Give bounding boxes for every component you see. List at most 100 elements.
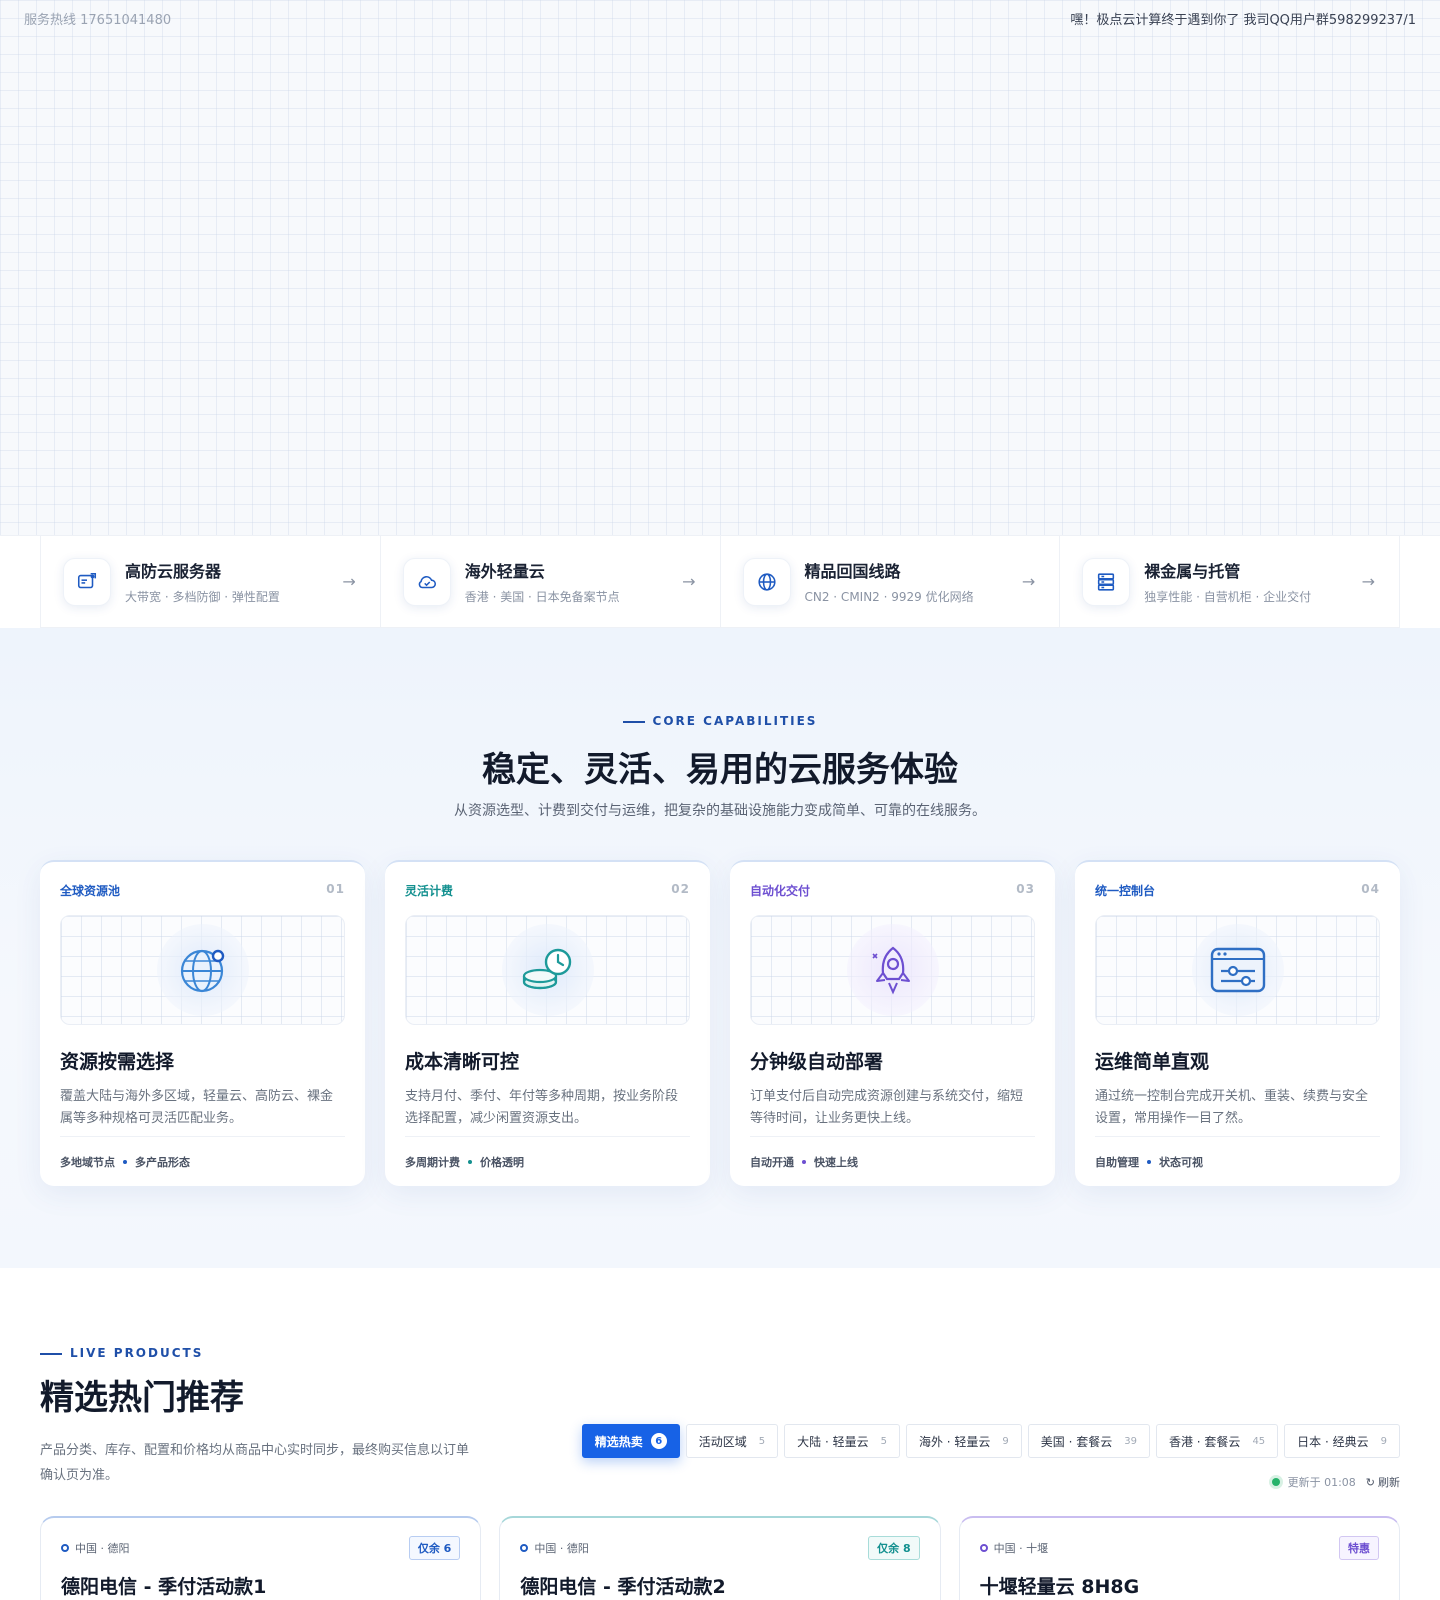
feature-label: 多周期计费 bbox=[405, 1155, 460, 1169]
quick-link-subtitle: 大带宽 · 多档防御 · 弹性配置 bbox=[125, 590, 280, 604]
quick-link-cn-route[interactable]: 精品回国线路 CN2 · CMIN2 · 9929 优化网络 → bbox=[719, 536, 1060, 627]
filter-count: 6 bbox=[650, 1433, 667, 1449]
filter-label: 精选热卖 bbox=[594, 1434, 643, 1449]
capability-features: 多地域节点 多产品形态 bbox=[60, 1136, 345, 1186]
product-filter-tabs: 精选热卖 6 活动区域 5 大陆 · 轻量云 5 海外 · 轻量云 9 美国 · 套餐云… bbox=[581, 1424, 1400, 1458]
live-products-section: LIVE PRODUCTS 精选热门推荐 产品分类、库存、配置和价格均从商品中心… bbox=[0, 1268, 1440, 1600]
quick-link-subtitle: 香港 · 美国 · 日本免备案节点 bbox=[464, 590, 620, 604]
core-capabilities-section: CORE CAPABILITIES 稳定、灵活、易用的云服务体验 从资源选型、计… bbox=[0, 628, 1440, 1268]
product-card[interactable]: 中国 · 德阳 仅余 8 德阳电信 - 季付活动款2 bbox=[499, 1516, 941, 1600]
eyebrow-text: CORE CAPABILITIES bbox=[652, 714, 818, 728]
location-pin-icon bbox=[520, 1544, 529, 1552]
quick-link-bare-metal[interactable]: 裸金属与托管 独享性能 · 自营机柜 · 企业交付 → bbox=[1059, 536, 1400, 627]
capability-title: 资源按需选择 bbox=[60, 1051, 175, 1073]
product-location: 中国 · 德阳 bbox=[75, 1542, 130, 1555]
capability-card: 统一控制台 04 运维简单直观 通过统一控制台完成开关机、重装、续费与安全设置，… bbox=[1075, 860, 1400, 1186]
capability-grid: 全球资源池 01 资源按需选择 覆盖大陆与海外多区域，轻量云、高防云、裸金属等多… bbox=[40, 860, 1400, 1186]
refresh-icon: ↻ bbox=[1365, 1475, 1375, 1489]
rocket-icon bbox=[871, 946, 910, 995]
capability-illustration bbox=[405, 915, 690, 1025]
quick-link-overseas-light[interactable]: 海外轻量云 香港 · 美国 · 日本免备案节点 → bbox=[379, 536, 720, 627]
capability-card: 自动化交付 03 分钟级自动部署 订单支付后自动完成资源创建与系统交付，缩短等待… bbox=[730, 860, 1055, 1186]
refresh-button[interactable]: ↻ 刷新 bbox=[1366, 1474, 1400, 1490]
feature-label: 多产品形态 bbox=[135, 1155, 190, 1169]
arrow-right-icon: → bbox=[342, 572, 356, 591]
filter-count: 9 bbox=[1002, 1435, 1009, 1447]
product-name: 德阳电信 - 季付活动款2 bbox=[520, 1576, 726, 1598]
quick-link-ddos-server[interactable]: 高防云服务器 大带宽 · 多档防御 · 弹性配置 → bbox=[40, 536, 380, 627]
section-eyebrow: LIVE PRODUCTS bbox=[40, 1346, 203, 1360]
quick-link-subtitle: CN2 · CMIN2 · 9929 优化网络 bbox=[804, 590, 974, 604]
globe-icon bbox=[742, 557, 791, 606]
filter-label: 海外 · 轻量云 bbox=[918, 1434, 991, 1449]
capability-description: 通过统一控制台完成开关机、重装、续费与安全设置，常用操作一目了然。 bbox=[1095, 1089, 1369, 1126]
quick-link-title: 高防云服务器 bbox=[125, 562, 222, 581]
filter-tab-jp-classic[interactable]: 日本 · 经典云 9 bbox=[1284, 1424, 1400, 1458]
filter-label: 日本 · 经典云 bbox=[1297, 1434, 1369, 1449]
sync-status: 更新于 01:08 ↻ 刷新 bbox=[1271, 1474, 1400, 1490]
quick-link-title: 海外轻量云 bbox=[464, 562, 545, 581]
filter-count: 9 bbox=[1380, 1435, 1387, 1447]
product-card[interactable]: 中国 · 德阳 仅余 6 德阳电信 - 季付活动款1 bbox=[40, 1516, 482, 1600]
filter-count: 5 bbox=[758, 1435, 766, 1447]
capability-features: 自动开通 快速上线 bbox=[750, 1136, 1035, 1186]
filter-tab-mainland-light[interactable]: 大陆 · 轻量云 5 bbox=[784, 1424, 900, 1458]
section-subtitle: 从资源选型、计费到交付与运维，把复杂的基础设施能力变成简单、可靠的在线服务。 bbox=[454, 803, 986, 819]
feature-label: 快速上线 bbox=[814, 1155, 858, 1169]
filter-label: 大陆 · 轻量云 bbox=[797, 1434, 869, 1449]
capability-title: 成本清晰可控 bbox=[405, 1051, 520, 1073]
filter-tab-us-package[interactable]: 美国 · 套餐云 39 bbox=[1027, 1424, 1150, 1458]
capability-card: 全球资源池 01 资源按需选择 覆盖大陆与海外多区域，轻量云、高防云、裸金属等多… bbox=[40, 860, 365, 1186]
feature-label: 状态可视 bbox=[1159, 1155, 1203, 1169]
filter-tab-activity[interactable]: 活动区域 5 bbox=[685, 1424, 779, 1458]
filter-count: 39 bbox=[1124, 1435, 1137, 1447]
eyebrow-text: LIVE PRODUCTS bbox=[70, 1346, 204, 1360]
promo-badge: 特惠 bbox=[1338, 1536, 1379, 1560]
filter-label: 活动区域 bbox=[698, 1434, 747, 1449]
capability-illustration bbox=[60, 915, 345, 1025]
stock-badge: 仅余 8 bbox=[868, 1536, 920, 1560]
coins-clock-icon bbox=[522, 948, 571, 990]
product-location: 中国 · 德阳 bbox=[534, 1542, 589, 1555]
quick-link-title: 裸金属与托管 bbox=[1144, 562, 1241, 581]
filter-tab-hk-package[interactable]: 香港 · 套餐云 45 bbox=[1155, 1424, 1279, 1458]
product-card[interactable]: 中国 · 十堰 特惠 十堰轻量云 8H8G bbox=[958, 1516, 1400, 1600]
server-rack-icon bbox=[1082, 557, 1131, 606]
section-eyebrow: CORE CAPABILITIES bbox=[0, 714, 1440, 728]
filter-count: 45 bbox=[1252, 1435, 1266, 1447]
filter-label: 美国 · 套餐云 bbox=[1040, 1434, 1113, 1449]
capability-title: 分钟级自动部署 bbox=[750, 1051, 884, 1073]
capability-features: 多周期计费 价格透明 bbox=[405, 1136, 690, 1186]
globe-icon bbox=[180, 949, 224, 993]
quick-category-strip: 高防云服务器 大带宽 · 多档防御 · 弹性配置 → 海外轻量云 香港 · 美国… bbox=[40, 536, 1400, 628]
capability-number: 01 bbox=[326, 882, 345, 896]
refresh-label: 刷新 bbox=[1378, 1476, 1400, 1489]
filter-tab-hot[interactable]: 精选热卖 6 bbox=[581, 1424, 680, 1458]
product-name: 德阳电信 - 季付活动款1 bbox=[61, 1576, 267, 1598]
service-hotline[interactable]: 服务热线 17651041480 bbox=[24, 9, 171, 28]
feature-label: 自动开通 bbox=[750, 1155, 794, 1169]
section-title: 精选热门推荐 bbox=[40, 1378, 244, 1418]
filter-label: 香港 · 套餐云 bbox=[1168, 1434, 1241, 1449]
capability-tag: 灵活计费 bbox=[405, 884, 454, 898]
cloud-check-icon bbox=[402, 557, 451, 606]
feature-label: 价格透明 bbox=[480, 1155, 524, 1169]
feature-label: 多地域节点 bbox=[60, 1155, 115, 1169]
location-pin-icon bbox=[979, 1544, 988, 1552]
quick-link-subtitle: 独享性能 · 自营机柜 · 企业交付 bbox=[1144, 590, 1312, 604]
top-bar: 服务热线 17651041480 嘿！极点云计算终于遇到你了 我司QQ用户群59… bbox=[0, 0, 1440, 36]
feature-label: 自助管理 bbox=[1095, 1155, 1139, 1169]
announcement-ticker[interactable]: 嘿！极点云计算终于遇到你了 我司QQ用户群598299237/1 bbox=[1070, 9, 1416, 28]
capability-title: 运维简单直观 bbox=[1095, 1051, 1210, 1073]
product-name: 十堰轻量云 8H8G bbox=[979, 1576, 1140, 1598]
arrow-right-icon: → bbox=[682, 572, 696, 591]
product-card-list: 中国 · 德阳 仅余 6 德阳电信 - 季付活动款1 中国 · 德阳 仅余 8 … bbox=[40, 1516, 1400, 1600]
hero-banner: 服务热线 17651041480 嘿！极点云计算终于遇到你了 我司QQ用户群59… bbox=[0, 0, 1440, 536]
arrow-right-icon: → bbox=[1021, 572, 1036, 591]
capability-description: 订单支付后自动完成资源创建与系统交付，缩短等待时间，让业务更快上线。 bbox=[750, 1089, 1024, 1126]
capability-tag: 自动化交付 bbox=[750, 884, 811, 898]
section-subtitle: 产品分类、库存、配置和价格均从商品中心实时同步，最终购买信息以订单确认页为准。 bbox=[40, 1443, 470, 1483]
location-pin-icon bbox=[61, 1544, 69, 1552]
capability-tag: 全球资源池 bbox=[60, 884, 121, 898]
filter-tab-overseas-light[interactable]: 海外 · 轻量云 9 bbox=[905, 1424, 1022, 1458]
